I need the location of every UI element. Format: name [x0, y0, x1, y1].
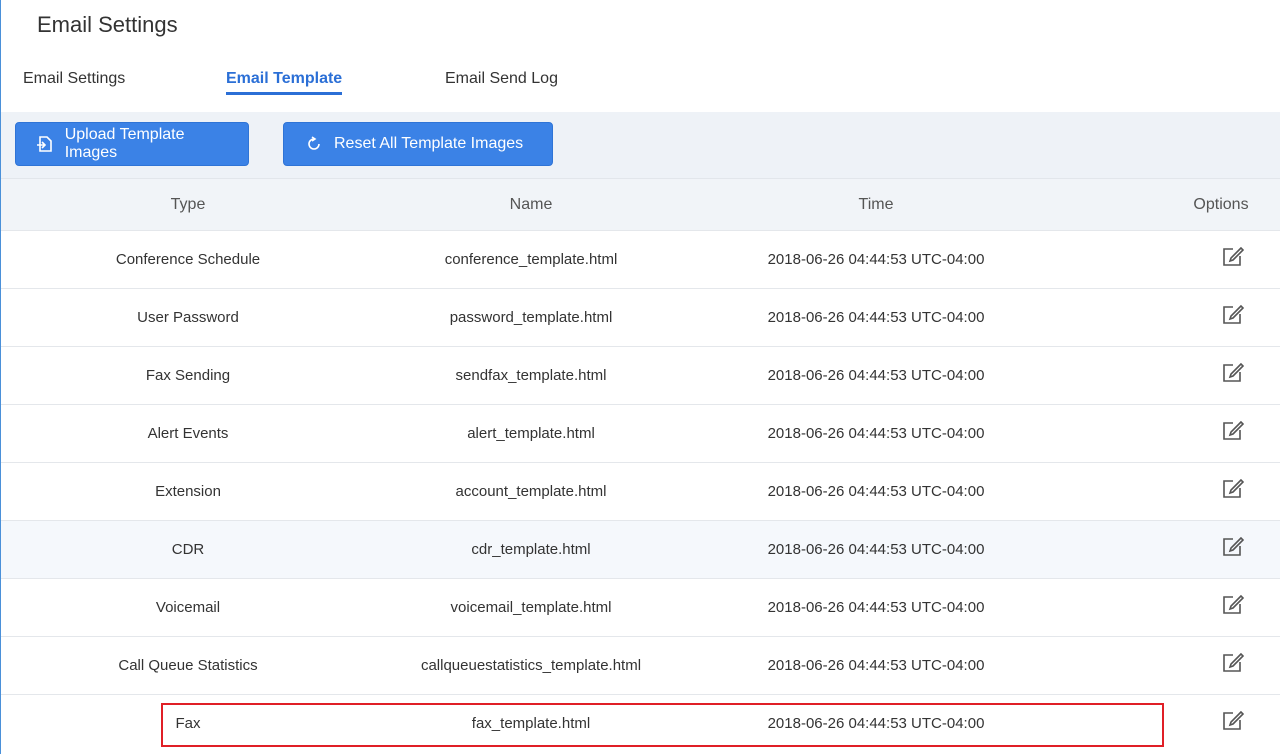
cell-time: 2018-06-26 04:44:53 UTC-04:00: [767, 599, 985, 616]
tab-email-template[interactable]: Email Template: [226, 70, 343, 95]
table-row: Extension account_template.html 2018-06-…: [1, 462, 1280, 520]
cell-name: fax_template.html: [471, 715, 591, 732]
reset-all-template-images-label: Reset All Template Images: [334, 135, 524, 152]
table-row: Conference Schedule conference_template.…: [1, 230, 1280, 288]
cell-time: 2018-06-26 04:44:53 UTC-04:00: [767, 309, 985, 326]
cell-name: account_template.html: [455, 483, 607, 500]
table-row: Fax fax_template.html 2018-06-26 04:44:5…: [1, 694, 1280, 752]
cell-type: Voicemail: [155, 599, 221, 616]
reset-all-template-images-button[interactable]: Reset All Template Images: [283, 122, 553, 166]
cell-type: Extension: [155, 483, 221, 500]
cell-time: 2018-06-26 04:44:53 UTC-04:00: [767, 367, 985, 384]
cell-name: conference_template.html: [444, 251, 618, 268]
table-row: Voicemail voicemail_template.html 2018-0…: [1, 578, 1280, 636]
active-tab-indicator: [226, 92, 343, 95]
cell-type: Call Queue Statistics: [118, 657, 258, 674]
edit-icon[interactable]: [1219, 303, 1245, 329]
edit-icon[interactable]: [1219, 709, 1245, 735]
email-settings-page: Email Settings Email Settings Email Temp…: [0, 0, 1280, 754]
table-row: CDR cdr_template.html 2018-06-26 04:44:5…: [1, 520, 1280, 578]
table-row: User Password password_template.html 201…: [1, 288, 1280, 346]
cell-type: Conference Schedule: [115, 251, 261, 268]
edit-icon[interactable]: [1219, 419, 1245, 445]
cell-time: 2018-06-26 04:44:53 UTC-04:00: [767, 251, 985, 268]
column-header-time: Time: [858, 196, 894, 213]
cell-name: callqueuestatistics_template.html: [420, 657, 642, 674]
column-header-options: Options: [1193, 196, 1249, 213]
cell-name: password_template.html: [449, 309, 613, 326]
toolbar: Upload Template Images Reset All Templat…: [1, 112, 1280, 178]
table-row: Fax Sending sendfax_template.html 2018-0…: [1, 346, 1280, 404]
cell-type: User Password: [137, 309, 239, 326]
page-title: Email Settings: [37, 12, 178, 37]
cell-time: 2018-06-26 04:44:53 UTC-04:00: [767, 715, 985, 732]
column-header-name: Name: [509, 196, 553, 213]
cell-type: Fax: [175, 715, 201, 732]
edit-icon[interactable]: [1219, 361, 1245, 387]
table-header: Type Name Time Options: [1, 178, 1280, 230]
cell-time: 2018-06-26 04:44:53 UTC-04:00: [767, 483, 985, 500]
upload-template-images-button[interactable]: Upload Template Images: [15, 122, 249, 166]
tab-email-send-log[interactable]: Email Send Log: [445, 70, 558, 88]
edit-icon[interactable]: [1219, 535, 1245, 561]
cell-type: Alert Events: [147, 425, 229, 442]
cell-name: voicemail_template.html: [450, 599, 612, 616]
edit-icon[interactable]: [1219, 477, 1245, 503]
cell-time: 2018-06-26 04:44:53 UTC-04:00: [767, 425, 985, 442]
edit-icon[interactable]: [1219, 593, 1245, 619]
tab-email-template-label: Email Template: [226, 70, 343, 87]
upload-template-images-label: Upload Template Images: [64, 126, 185, 161]
cell-name: sendfax_template.html: [455, 367, 607, 384]
refresh-icon: [304, 134, 324, 154]
cell-type: Fax Sending: [145, 367, 231, 384]
column-header-type: Type: [170, 196, 206, 213]
cell-name: alert_template.html: [467, 425, 595, 442]
cell-time: 2018-06-26 04:44:53 UTC-04:00: [767, 657, 985, 674]
cell-name: cdr_template.html: [471, 541, 591, 558]
edit-icon[interactable]: [1219, 651, 1245, 677]
tab-bar: Email Settings Email Template Email Send…: [1, 62, 1280, 102]
cell-time: 2018-06-26 04:44:53 UTC-04:00: [767, 541, 985, 558]
tab-email-settings[interactable]: Email Settings: [23, 70, 125, 88]
table-row: Call Queue Statistics callqueuestatistic…: [1, 636, 1280, 694]
table-row: Alert Events alert_template.html 2018-06…: [1, 404, 1280, 462]
upload-icon: [36, 134, 55, 154]
cell-type: CDR: [171, 541, 205, 558]
edit-icon[interactable]: [1219, 245, 1245, 271]
